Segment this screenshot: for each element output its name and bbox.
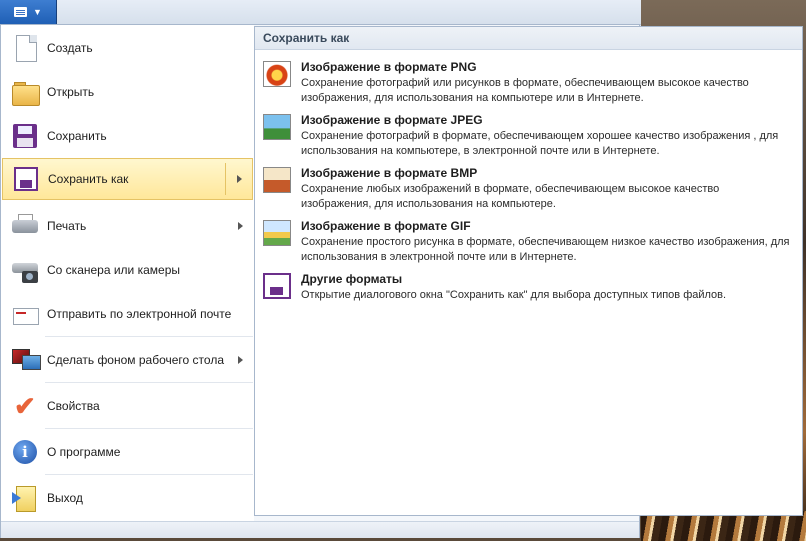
document-icon [14, 7, 28, 17]
save-icon [10, 121, 40, 151]
menu-item-about[interactable]: i О программе [2, 431, 253, 473]
submenu-item-title: Изображение в формате BMP [301, 166, 478, 180]
menu-item-save-as[interactable]: Сохранить как [2, 158, 253, 200]
menu-item-label: Открыть [47, 85, 95, 99]
submenu-item-title: Изображение в формате JPEG [301, 113, 483, 127]
submenu-arrow-icon[interactable] [237, 175, 242, 183]
menu-separator [45, 428, 253, 429]
save-as-submenu: Сохранить как Изображение в формате PNG … [254, 26, 803, 516]
menu-item-open[interactable]: Открыть [2, 71, 253, 113]
menu-item-label: Сделать фоном рабочего стола [47, 353, 224, 367]
submenu-arrow-icon [238, 356, 243, 364]
png-image-icon [263, 61, 291, 87]
save-as-icon [11, 164, 41, 194]
submenu-item-bmp[interactable]: Изображение в формате BMP Сохранение люб… [261, 163, 796, 213]
new-document-icon [10, 33, 40, 63]
menu-item-label: Отправить по электронной почте [47, 307, 232, 321]
menu-item-label: Печать [47, 219, 87, 233]
menu-item-label: Создать [47, 41, 93, 55]
email-icon [10, 299, 40, 329]
printer-icon [10, 211, 40, 241]
menu-item-properties[interactable]: ✔ Свойства [2, 385, 253, 427]
submenu-item-title: Изображение в формате GIF [301, 219, 471, 233]
bmp-image-icon [263, 167, 291, 193]
checkmark-icon: ✔ [14, 391, 36, 421]
submenu-arrow-icon [238, 222, 243, 230]
exit-icon [10, 483, 40, 513]
chevron-down-icon: ▼ [33, 6, 42, 17]
other-formats-icon [263, 273, 291, 299]
menu-item-label: Со сканера или камеры [47, 263, 180, 277]
menu-separator [45, 336, 253, 337]
submenu-header: Сохранить как [255, 27, 802, 50]
submenu-item-jpeg[interactable]: Изображение в формате JPEG Сохранение фо… [261, 110, 796, 160]
menu-item-label: Сохранить как [48, 172, 129, 186]
menu-item-email[interactable]: Отправить по электронной почте [2, 293, 253, 335]
menu-item-print[interactable]: Печать [2, 205, 253, 247]
submenu-item-description: Сохранение фотографий или рисунков в фор… [301, 77, 749, 104]
scanner-camera-icon [10, 255, 40, 285]
menu-command-list: Создать Открыть Сохранить Сохранить как … [1, 25, 254, 521]
menu-item-label: Свойства [47, 399, 100, 413]
ribbon-tab-strip [56, 0, 641, 25]
open-folder-icon [10, 77, 40, 107]
submenu-item-description: Сохранение простого рисунка в формате, о… [301, 236, 790, 263]
menu-item-exit[interactable]: Выход [2, 477, 253, 519]
menu-footer-bar [1, 521, 639, 538]
menu-item-save[interactable]: Сохранить [2, 115, 253, 157]
submenu-item-title: Изображение в формате PNG [301, 60, 477, 74]
info-icon: i [10, 437, 40, 467]
app-menu-button[interactable]: ▼ [0, 0, 57, 24]
submenu-item-other-formats[interactable]: Другие форматы Открытие диалогового окна… [261, 269, 796, 319]
submenu-item-gif[interactable]: Изображение в формате GIF Сохранение про… [261, 216, 796, 266]
menu-item-scanner[interactable]: Со сканера или камеры [2, 249, 253, 291]
menu-item-wallpaper[interactable]: Сделать фоном рабочего стола [2, 339, 253, 381]
split-divider [225, 163, 226, 195]
menu-item-new[interactable]: Создать [2, 27, 253, 69]
submenu-item-description: Сохранение любых изображений в формате, … [301, 183, 720, 210]
menu-separator [45, 474, 253, 475]
submenu-item-description: Сохранение фотографий в формате, обеспеч… [301, 130, 779, 157]
jpeg-image-icon [263, 114, 291, 140]
desktop-background-icon [10, 345, 41, 375]
menu-item-label: Выход [47, 491, 83, 505]
submenu-item-png[interactable]: Изображение в формате PNG Сохранение фот… [261, 57, 796, 107]
menu-separator [45, 382, 253, 383]
menu-item-label: Сохранить [47, 129, 107, 143]
gif-image-icon [263, 220, 291, 246]
submenu-item-description: Открытие диалогового окна "Сохранить как… [301, 289, 727, 301]
submenu-item-title: Другие форматы [301, 272, 403, 286]
menu-item-label: О программе [47, 445, 121, 459]
